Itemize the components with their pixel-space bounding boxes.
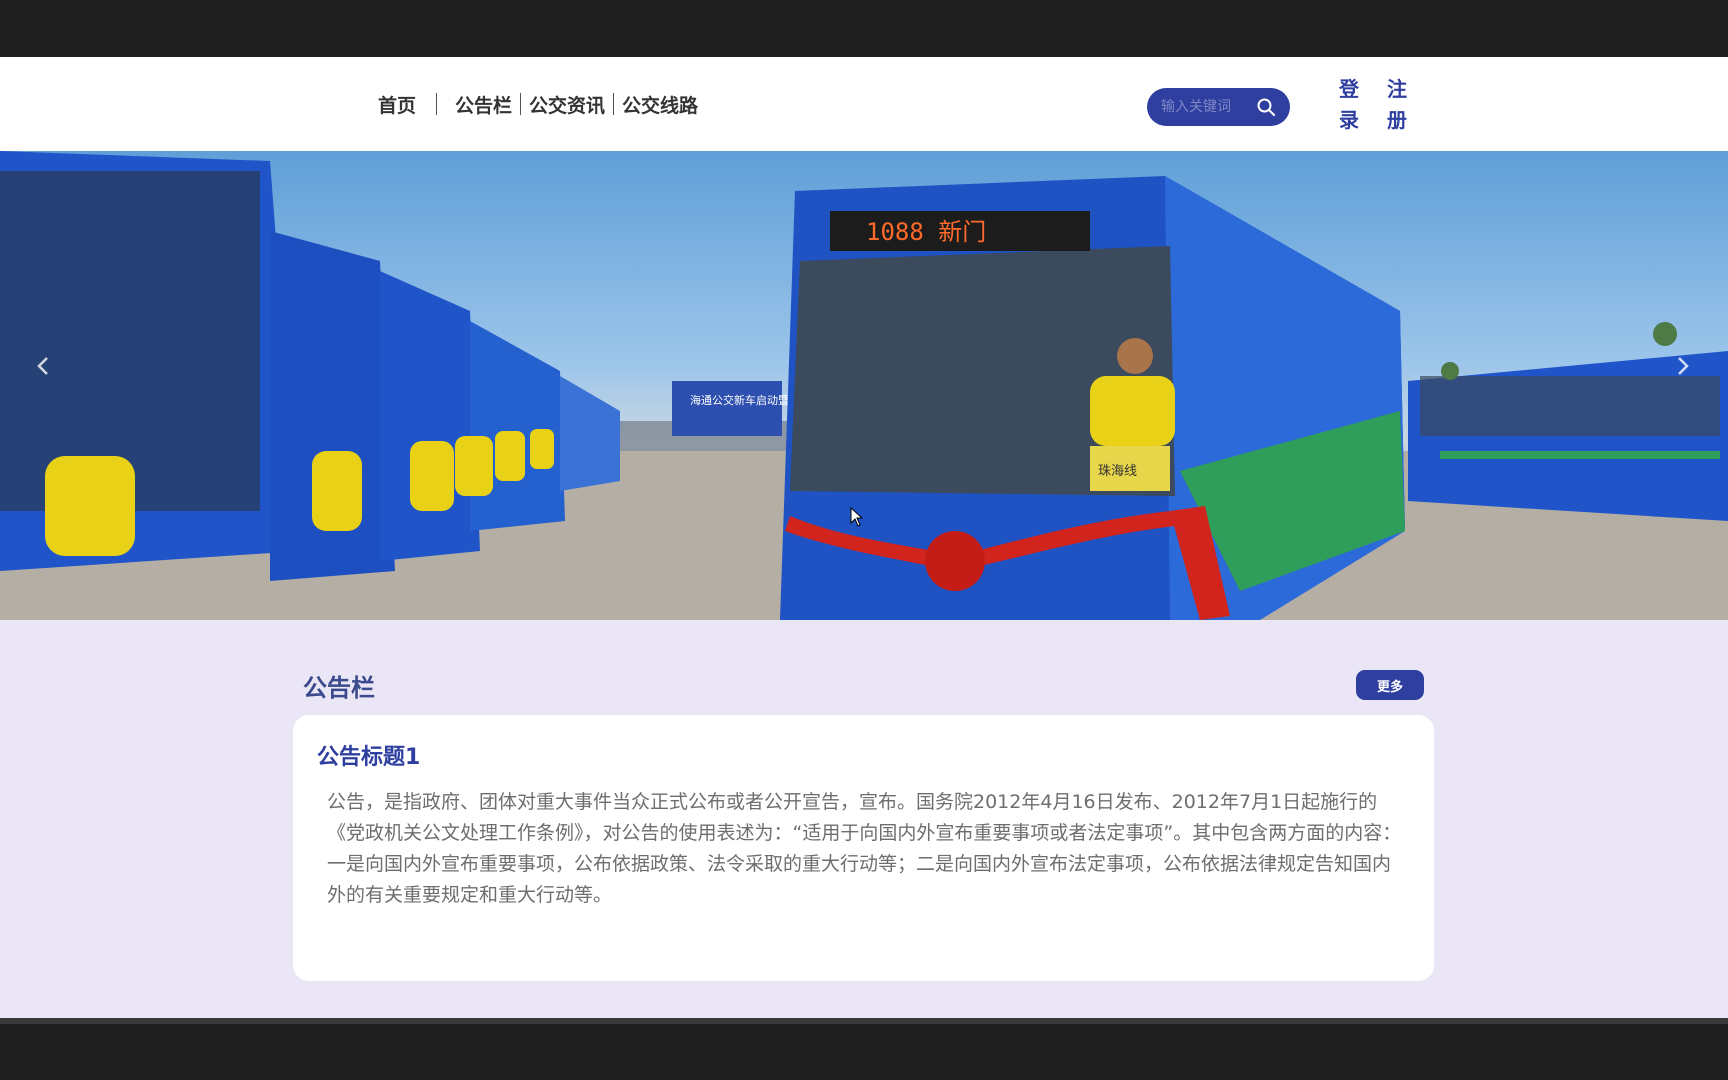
nav-bus-news[interactable]: 公交资讯 bbox=[521, 91, 613, 118]
top-frame-bar bbox=[0, 0, 1728, 57]
bus-destination-sign: 1088 新门 bbox=[866, 218, 986, 246]
mouse-cursor-icon bbox=[850, 507, 864, 527]
announcement-title[interactable]: 公告标题1 bbox=[317, 739, 420, 771]
carousel-next-icon[interactable] bbox=[1668, 351, 1698, 381]
banner-photo: 海通公交新车启动暨公交 珠海线 1088 新门 bbox=[0, 151, 1728, 620]
register-link[interactable]: 注册 bbox=[1387, 74, 1409, 136]
site-header: 首页 公告栏 公交资讯 公交线路 登录 注册 bbox=[0, 57, 1728, 151]
nav-announcements[interactable]: 公告栏 bbox=[437, 91, 520, 118]
hero-banner: 海通公交新车启动暨公交 珠海线 1088 新门 bbox=[0, 151, 1728, 620]
announcement-card[interactable]: 公告标题1 公告，是指政府、团体对重大事件当众正式公布或者公开宣告，宣布。国务院… bbox=[293, 715, 1434, 981]
login-link[interactable]: 登录 bbox=[1339, 74, 1361, 136]
carousel-prev-icon[interactable] bbox=[28, 351, 58, 381]
search-box bbox=[1147, 88, 1290, 126]
search-icon[interactable] bbox=[1256, 97, 1276, 117]
section-title: 公告栏 bbox=[303, 674, 375, 702]
bottom-frame-bar bbox=[0, 1024, 1728, 1080]
main-nav: 首页 公告栏 公交资讯 公交线路 bbox=[370, 57, 706, 151]
nav-bus-routes[interactable]: 公交线路 bbox=[614, 91, 706, 118]
more-button[interactable]: 更多 bbox=[1356, 670, 1424, 700]
announcement-body: 公告，是指政府、团体对重大事件当众正式公布或者公开宣告，宣布。国务院2012年4… bbox=[327, 791, 1402, 906]
nav-home[interactable]: 首页 bbox=[370, 91, 436, 118]
search-input[interactable] bbox=[1159, 98, 1253, 116]
announcement-section: 公告栏 更多 公告标题1 公告，是指政府、团体对重大事件当众正式公布或者公开宣告… bbox=[0, 620, 1728, 1018]
bus-plate-text: 珠海线 bbox=[1098, 464, 1137, 479]
